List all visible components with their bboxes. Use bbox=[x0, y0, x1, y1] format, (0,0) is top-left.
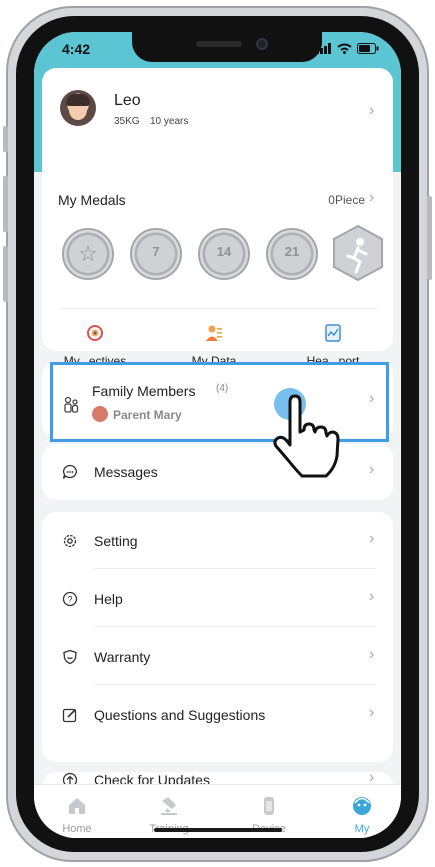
volume-down-button bbox=[3, 246, 8, 302]
status-icons bbox=[316, 43, 379, 54]
menu-item-label: Warranty bbox=[94, 649, 151, 665]
chat-icon bbox=[62, 464, 77, 479]
menu-divider bbox=[94, 684, 376, 685]
star-medal-icon[interactable]: ☆ bbox=[62, 228, 114, 280]
medal-21-icon[interactable]: 21 bbox=[266, 228, 318, 280]
speaker bbox=[196, 41, 242, 47]
app-screen: 4:42 Leo 35KG 10 years › My Medals 0Piec… bbox=[34, 32, 401, 838]
help-icon: ? bbox=[62, 591, 78, 607]
hand-pointer-icon bbox=[273, 394, 340, 478]
svg-text:?: ? bbox=[67, 595, 72, 605]
battery-icon bbox=[357, 43, 379, 54]
volume-up-button bbox=[3, 176, 8, 232]
messages-chevron-icon[interactable]: › bbox=[369, 461, 374, 479]
target-icon bbox=[87, 325, 103, 341]
home-icon bbox=[69, 798, 85, 814]
wifi-icon bbox=[337, 43, 352, 54]
training-icon bbox=[161, 797, 177, 815]
tab-home[interactable]: Home bbox=[42, 795, 112, 837]
signal-icon bbox=[316, 43, 331, 54]
menu-item-label: Help bbox=[94, 591, 123, 607]
person-data-icon bbox=[206, 325, 222, 341]
profile-age: 10 years bbox=[150, 116, 189, 127]
chevron-right-icon[interactable]: › bbox=[369, 530, 374, 548]
menu-item-label: Setting bbox=[94, 533, 138, 549]
status-bar: 4:42 bbox=[34, 32, 401, 72]
menu-item-label: Questions and Suggestions bbox=[94, 707, 266, 723]
medals-chevron-icon[interactable]: › bbox=[369, 189, 374, 207]
mute-switch bbox=[3, 126, 8, 152]
home-indicator bbox=[154, 828, 282, 832]
menu-divider bbox=[94, 626, 376, 627]
avatar[interactable] bbox=[60, 90, 96, 126]
health-report-icon bbox=[325, 324, 341, 342]
medal-count[interactable]: 0Piece bbox=[328, 193, 365, 207]
gear-icon bbox=[63, 534, 77, 548]
medal-7-icon[interactable]: 7 bbox=[130, 228, 182, 280]
device-icon bbox=[264, 797, 274, 815]
medals-title: My Medals bbox=[58, 192, 126, 208]
runner-badge-icon[interactable] bbox=[332, 224, 384, 282]
profile-weight: 35KG bbox=[114, 116, 140, 127]
settings-list-card: Setting › ? Help › Warranty › Questions … bbox=[42, 512, 393, 762]
chevron-right-icon[interactable]: › bbox=[369, 704, 374, 722]
tab-my[interactable]: My bbox=[327, 795, 397, 837]
edit-icon bbox=[62, 708, 77, 723]
status-time: 4:42 bbox=[62, 41, 91, 57]
front-camera bbox=[256, 38, 268, 50]
profile-name: Leo bbox=[114, 92, 141, 109]
my-icon bbox=[353, 797, 371, 815]
profile-chevron-icon[interactable]: › bbox=[369, 102, 374, 120]
chevron-right-icon[interactable]: › bbox=[369, 588, 374, 606]
power-button bbox=[427, 196, 432, 280]
medals-divider bbox=[60, 308, 378, 309]
shield-icon bbox=[63, 649, 77, 665]
medal-14-icon[interactable]: 14 bbox=[198, 228, 250, 280]
menu-divider bbox=[94, 568, 376, 569]
profile-card: Leo 35KG 10 years › My Medals 0Piece › ☆… bbox=[42, 68, 393, 368]
chevron-right-icon[interactable]: › bbox=[369, 646, 374, 664]
messages-label: Messages bbox=[94, 464, 158, 480]
notch bbox=[132, 32, 322, 62]
